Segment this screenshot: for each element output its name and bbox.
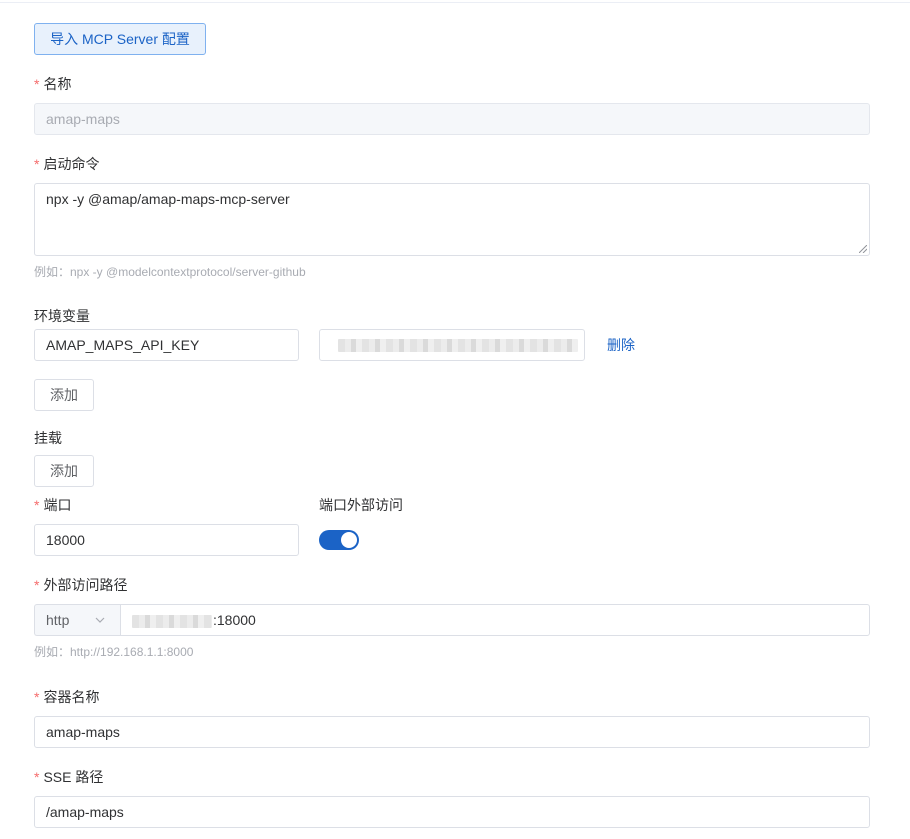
env-value-input[interactable] <box>319 329 585 361</box>
container-name-input[interactable]: amap-maps <box>34 716 870 748</box>
external-path-hint: 例如：http://192.168.1.1:8000 <box>34 645 194 659</box>
resize-handle-icon[interactable] <box>859 245 867 253</box>
chevron-down-icon <box>95 617 105 623</box>
external-path-label: * 外部访问路径 <box>34 577 128 593</box>
env-add-button[interactable]: 添加 <box>34 379 94 411</box>
sse-path-label: * SSE 路径 <box>34 769 104 785</box>
redacted-value <box>338 339 578 352</box>
protocol-value: http <box>46 612 70 628</box>
required-mark: * <box>34 689 40 705</box>
command-label: * 启动命令 <box>34 156 100 172</box>
mount-add-button[interactable]: 添加 <box>34 455 94 487</box>
env-key-input[interactable]: AMAP_MAPS_API_KEY <box>34 329 299 361</box>
redacted-host <box>132 614 212 628</box>
sse-path-input[interactable]: /amap-maps <box>34 796 870 828</box>
mount-label: 挂载 <box>34 430 62 446</box>
import-mcp-config-button[interactable]: 导入 MCP Server 配置 <box>34 23 206 55</box>
name-label: * 名称 <box>34 76 72 92</box>
container-name-label: * 容器名称 <box>34 689 100 705</box>
port-label: * 端口 <box>34 497 72 513</box>
url-port-suffix: :18000 <box>213 612 256 628</box>
protocol-select[interactable]: http <box>34 604 120 636</box>
required-mark: * <box>34 497 40 513</box>
top-divider <box>0 2 910 3</box>
required-mark: * <box>34 577 40 593</box>
external-access-toggle[interactable] <box>319 530 359 550</box>
command-hint: 例如：npx -y @modelcontextprotocol/server-g… <box>34 265 306 279</box>
env-label: 环境变量 <box>34 308 90 324</box>
external-url-input[interactable]: :18000 <box>120 604 870 636</box>
command-value: npx -y @amap/amap-maps-mcp-server <box>46 191 290 207</box>
required-mark: * <box>34 769 40 785</box>
external-access-label: 端口外部访问 <box>319 497 403 513</box>
port-input[interactable]: 18000 <box>34 524 299 556</box>
command-textarea[interactable]: npx -y @amap/amap-maps-mcp-server <box>34 183 870 256</box>
env-delete-link[interactable]: 删除 <box>607 335 635 355</box>
toggle-knob <box>341 532 357 548</box>
required-mark: * <box>34 156 40 172</box>
name-input: amap-maps <box>34 103 870 135</box>
required-mark: * <box>34 76 40 92</box>
